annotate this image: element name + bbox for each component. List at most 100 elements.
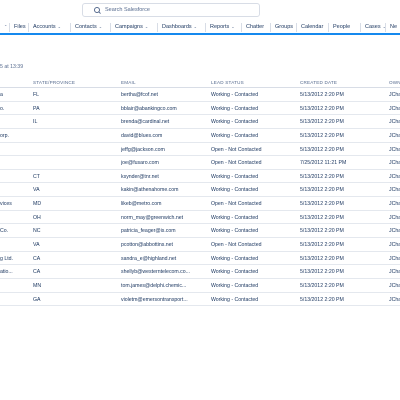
nav-item-accounts[interactable]: Accounts ⌄ — [33, 20, 61, 33]
cell-owner[interactable]: JCha — [389, 228, 400, 234]
cell-lead-status: Working - Contacted — [211, 105, 259, 112]
table-row[interactable]: MN tom.james@delphi.chemic... Working - Co… — [0, 279, 400, 293]
cell-state: CA — [33, 255, 41, 262]
chevron-down-icon[interactable]: ⌄ — [145, 24, 148, 29]
cell-owner[interactable]: JCha — [389, 256, 400, 262]
cell-lead-status: Working - Contacted — [211, 214, 259, 221]
table-row[interactable]: vices MD likeb@metro.com Open - Not Contact… — [0, 197, 400, 211]
nav-item-label: Chatter — [246, 23, 265, 30]
table-row[interactable]: jeffg@jackson.com Open - Not Contacted 5/1… — [0, 143, 400, 157]
cell-lead-status: Working - Contacted — [211, 255, 259, 262]
global-header — [0, 0, 400, 20]
cell-email: david@blues.com — [121, 132, 163, 139]
cell-email: bblair@abankingco.com — [121, 105, 177, 112]
cell-email: kakin@athenahome.com — [121, 187, 179, 194]
table-row[interactable]: CT ksynder@tnr.net Working - Contacted 5/13… — [0, 170, 400, 184]
nav-item-chatter[interactable]: Chatter — [246, 20, 264, 33]
table-row[interactable]: orp. david@blues.com Working - Contacted 5/… — [0, 129, 400, 143]
cell-owner[interactable]: JCha — [389, 92, 400, 98]
nav-item-people[interactable]: People — [333, 20, 350, 33]
cell-owner[interactable]: JCha — [389, 160, 400, 166]
cell-owner[interactable]: JCha — [389, 147, 400, 153]
header-email[interactable]: EMAIL — [121, 80, 203, 85]
cell-owner[interactable]: JCha — [389, 106, 400, 112]
cell-created-date: 5/13/2012 2:20 PM — [300, 119, 344, 126]
nav-divider — [205, 23, 206, 32]
nav-divider — [70, 23, 71, 32]
cell-owner[interactable]: JCha — [389, 269, 400, 275]
chevron-down-icon[interactable]: ⌄ — [194, 24, 197, 29]
nav-item-groups[interactable]: Groups — [275, 20, 293, 33]
cell-company[interactable]: atio... — [0, 269, 30, 275]
nav-item-dashboards[interactable]: Dashboards ⌄ — [162, 20, 197, 33]
nav-divider — [9, 23, 10, 32]
cell-company[interactable]: vices — [0, 201, 30, 207]
cell-owner[interactable]: JCha — [389, 201, 400, 207]
table-row[interactable]: atio... CA shellyb@westerntelecom.co... Wor… — [0, 265, 400, 279]
nav-divider — [157, 23, 158, 32]
cell-owner[interactable]: JCha — [389, 119, 400, 125]
cell-lead-status: Working - Contacted — [211, 187, 259, 194]
table-row[interactable]: o. PA bblair@abankingco.com Working - Conta… — [0, 102, 400, 116]
table-row[interactable]: IL brenda@cardinal.net Working - Contacted… — [0, 115, 400, 129]
table-row[interactable]: GA violetm@emersontransport... Working - C… — [0, 293, 400, 307]
nav-item-cases[interactable]: Cases⌄ — [365, 20, 386, 33]
cell-lead-status: Working - Contacted — [211, 92, 259, 98]
search-input[interactable] — [105, 7, 245, 13]
nav-divider — [241, 23, 242, 32]
cell-owner[interactable]: JCha — [389, 283, 400, 289]
table-row[interactable]: Co. NC patricia_feager@is.com Working - Con… — [0, 224, 400, 239]
cell-owner[interactable]: JCha — [389, 174, 400, 180]
header-lead-status[interactable]: LEAD STATUS — [211, 80, 293, 85]
chevron-down-icon[interactable]: ⌄ — [231, 24, 234, 29]
cell-owner[interactable]: JCha — [389, 297, 400, 303]
chevron-down-icon[interactable]: ⌄ — [58, 24, 61, 29]
cell-email: norm_may@greenwich.net — [121, 214, 184, 221]
chevron-down-icon[interactable]: ⌄ — [99, 24, 102, 29]
cell-company[interactable]: Co. — [0, 228, 30, 234]
header-state[interactable]: STATE/PROVINCE — [33, 80, 113, 85]
cell-owner[interactable]: JCha — [389, 242, 400, 248]
cell-email: shellyb@westerntelecom.co... — [121, 269, 190, 276]
cell-email: brenda@cardinal.net — [121, 119, 170, 126]
cell-state: CA — [33, 269, 41, 276]
table-row[interactable]: g Ltd. CA sandra_e@highland.net Working - C… — [0, 252, 400, 266]
cell-lead-status: Working - Contacted — [211, 132, 259, 139]
cell-lead-status: Working - Contacted — [211, 296, 259, 303]
cell-created-date: 5/13/2012 2:20 PM — [300, 92, 344, 98]
cell-owner[interactable]: JCha — [389, 133, 400, 139]
cell-owner[interactable]: JCha — [389, 187, 400, 193]
cell-lead-status: Working - Contacted — [211, 228, 259, 235]
nav-item-contacts[interactable]: Contacts ⌄ — [75, 20, 102, 33]
table-row[interactable]: OH norm_may@greenwich.net Working - Contac… — [0, 211, 400, 225]
cell-company[interactable]: g Ltd. — [0, 256, 30, 262]
table-row[interactable]: VA kakin@athenahome.com Working - Contacte… — [0, 183, 400, 198]
cell-created-date: 5/13/2012 2:20 PM — [300, 214, 344, 221]
nav-item-ne[interactable]: Ne — [390, 20, 397, 33]
cell-created-date: 5/13/2012 2:20 PM — [300, 242, 344, 249]
nav-item-files[interactable]: Files — [14, 20, 26, 33]
chevron-down-icon[interactable]: ⌄ — [4, 22, 7, 27]
header-created-date[interactable]: CREATED DATE — [300, 80, 382, 85]
cell-company[interactable]: orp. — [0, 133, 30, 139]
nav-item-calendar[interactable]: Calendar — [301, 20, 323, 33]
cell-email: likeb@metro.com — [121, 201, 162, 208]
cell-company[interactable]: a — [0, 92, 30, 98]
nav-divider — [28, 23, 29, 32]
table-row[interactable]: a FL bertha@fcof.net Working - Contacted 5/1… — [0, 88, 400, 102]
header-owner[interactable]: OWN — [389, 80, 400, 85]
nav-item-reports[interactable]: Reports ⌄ — [210, 20, 235, 33]
cell-state: IL — [33, 119, 38, 126]
nav-item-campaigns[interactable]: Campaigns ⌄ — [115, 20, 148, 33]
cell-email: tom.james@delphi.chemic... — [121, 282, 187, 289]
table-row[interactable]: joe@fusaro.com Open - Not Contacted 7/25/2… — [0, 156, 400, 170]
nav-item-label: Dashboards — [162, 23, 192, 30]
table-row[interactable]: VA pcotton@abbottins.net Open - Not Contac… — [0, 238, 400, 252]
nav-item-label: Groups — [275, 23, 294, 30]
cell-created-date: 5/13/2012 2:20 PM — [300, 255, 344, 262]
global-search-box[interactable] — [82, 3, 260, 17]
cell-state: VA — [33, 187, 40, 194]
cell-company[interactable]: o. — [0, 106, 30, 112]
cell-state: PA — [33, 105, 40, 112]
cell-owner[interactable]: JCha — [389, 215, 400, 221]
